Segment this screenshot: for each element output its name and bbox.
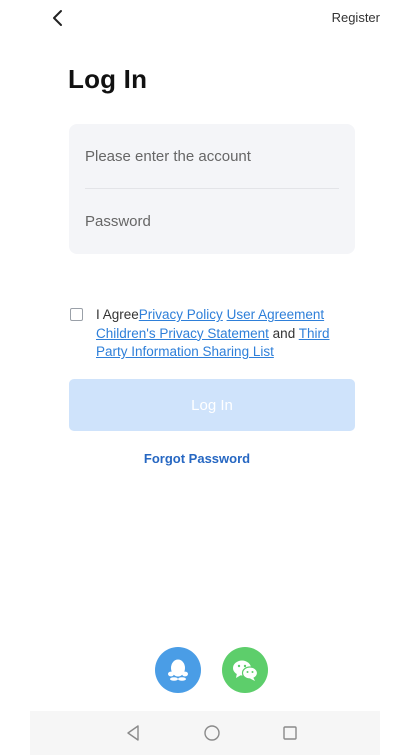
children-privacy-link[interactable]: Children's Privacy Statement: [96, 326, 269, 341]
register-link[interactable]: Register: [332, 10, 380, 25]
login-button[interactable]: Log In: [69, 379, 355, 431]
input-divider: [85, 188, 339, 189]
wechat-icon: [233, 660, 259, 681]
user-agreement-link[interactable]: User Agreement: [227, 307, 325, 322]
login-form: [69, 124, 355, 254]
agree-prefix: I Agree: [96, 307, 139, 322]
password-input[interactable]: [85, 201, 339, 241]
nav-recents-button[interactable]: [279, 722, 301, 744]
chevron-left-icon: [53, 10, 62, 26]
page-title: Log In: [68, 64, 148, 94]
privacy-policy-link[interactable]: Privacy Policy: [139, 307, 223, 322]
agree-conjunction: and: [272, 325, 296, 341]
circle-home-icon: [204, 725, 220, 741]
system-nav-bar: [30, 711, 380, 755]
qq-penguin-icon: [168, 659, 188, 681]
agree-checkbox[interactable]: [70, 308, 83, 321]
agreement-text: I AgreePrivacy Policy User Agreement Chi…: [96, 306, 358, 362]
account-input[interactable]: [85, 136, 339, 176]
qq-login-button[interactable]: [155, 647, 201, 693]
nav-back-button[interactable]: [122, 722, 144, 744]
wechat-login-button[interactable]: [222, 647, 268, 693]
triangle-back-icon: [127, 725, 139, 741]
nav-home-button[interactable]: [201, 722, 223, 744]
back-button[interactable]: [46, 6, 70, 30]
forgot-password-link[interactable]: Forgot Password: [0, 451, 394, 466]
square-recents-icon: [283, 726, 297, 740]
